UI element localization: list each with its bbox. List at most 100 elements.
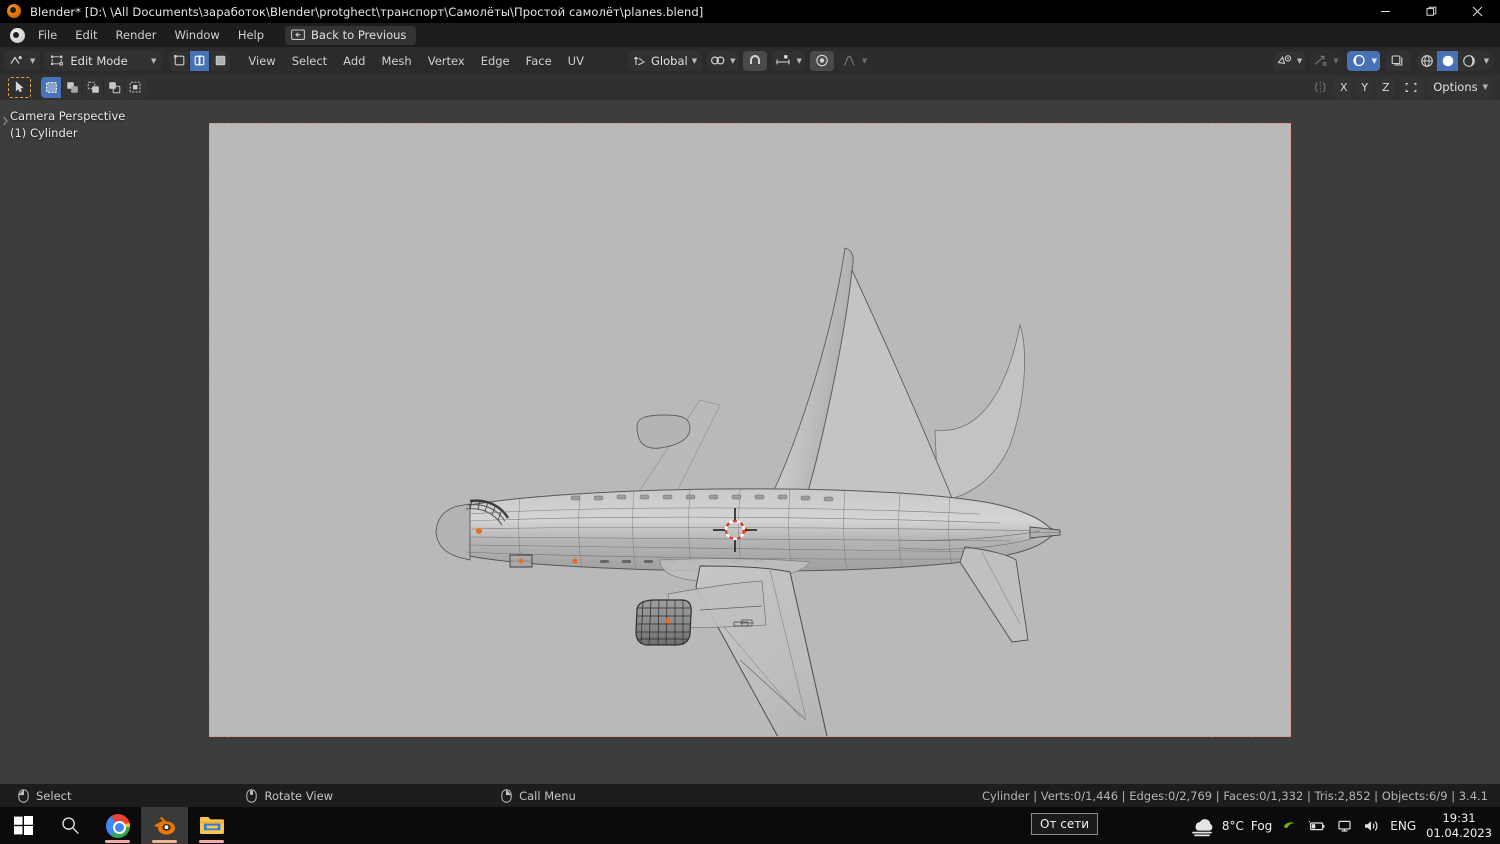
invert-existing-selection[interactable] [104, 76, 125, 98]
select-mode-group [41, 76, 146, 98]
window-title-bar: Blender* [D:\ \All Documents\заработок\B… [0, 0, 1500, 23]
back-to-previous-icon [291, 28, 305, 42]
sidebar-expand-icon[interactable] [0, 114, 9, 128]
wireframe-shading[interactable] [1416, 51, 1437, 71]
taskbar-clock[interactable]: 19:31 01.04.2023 [1426, 811, 1494, 841]
status-hint-select: Select [18, 789, 71, 803]
back-to-previous-label: Back to Previous [311, 28, 407, 42]
proportional-editing-icon[interactable] [809, 50, 834, 71]
status-hint-select-label: Select [36, 788, 72, 803]
snap-magnet-icon[interactable] [743, 50, 768, 71]
tool-options-dropdown[interactable]: Options ▼ [1427, 77, 1494, 97]
clock-time: 19:31 [1442, 810, 1476, 825]
chrome-taskbar-icon[interactable] [94, 807, 141, 844]
mirror-axis-y[interactable]: Y [1355, 77, 1375, 97]
menu-help[interactable]: Help [229, 25, 273, 45]
restore-icon[interactable] [1408, 0, 1454, 23]
battery-tooltip: От сети [1031, 813, 1099, 835]
edge-select-mode[interactable] [190, 50, 211, 71]
language-indicator[interactable]: ENG [1390, 819, 1416, 833]
mirror-axis-x[interactable]: X [1334, 77, 1354, 97]
status-hint-rotate-label: Rotate View [264, 788, 334, 803]
menu-add[interactable]: Add [335, 51, 373, 71]
menu-mesh[interactable]: Mesh [373, 51, 419, 71]
menu-edge[interactable]: Edge [473, 51, 518, 71]
menu-select[interactable]: Select [284, 51, 335, 71]
menu-window[interactable]: Window [165, 25, 228, 45]
airplane-mesh [435, 247, 1062, 736]
windows-start-icon[interactable] [0, 807, 47, 844]
subtract-existing-selection[interactable] [83, 76, 104, 98]
face-select-mode[interactable] [210, 50, 231, 71]
menu-render[interactable]: Render [107, 25, 166, 45]
weather-temperature: 8°C [1221, 818, 1244, 833]
transform-orientation-dropdown[interactable]: Global ▼ [628, 50, 703, 71]
taskbar-app-area [0, 807, 235, 844]
active-object-label: (1) Cylinder [10, 126, 78, 140]
blender-logo-icon [7, 3, 23, 20]
nvidia-icon[interactable] [1282, 819, 1298, 833]
pivot-point-icon[interactable]: ▼ [707, 50, 739, 71]
file-explorer-taskbar-icon[interactable] [188, 807, 235, 844]
toggle-xray-icon[interactable]: ▼ [1346, 50, 1380, 71]
editor-type-icon[interactable]: ▼ [4, 50, 41, 71]
menu-uv[interactable]: UV [560, 51, 592, 71]
3d-viewport[interactable]: Camera Perspective (1) Cylinder [0, 100, 1500, 784]
tool-options-label: Options [1433, 80, 1478, 94]
scene-statistics: Cylinder | Verts:0/1,446 | Edges:0/2,769… [981, 788, 1488, 803]
clock-date: 01.04.2023 [1426, 825, 1492, 840]
fog-weather-icon [1189, 815, 1215, 837]
viewport-display-tools: ▼ ▼ ▼ ▼ [1273, 47, 1494, 74]
close-icon[interactable] [1454, 0, 1500, 23]
tray-icons [1282, 819, 1380, 833]
mirror-axis-z[interactable]: Z [1376, 77, 1396, 97]
status-hint-call-menu: Call Menu [501, 789, 576, 803]
mirror-axis-group: X Y Z [1334, 77, 1396, 97]
menu-edit[interactable]: Edit [66, 25, 106, 45]
blender-taskbar-icon[interactable] [141, 807, 188, 844]
blender-menu-icon[interactable] [5, 24, 29, 46]
status-hint-rotate-view: Rotate View [246, 789, 333, 803]
taskbar-system-tray: 8°C Fog ENG 19:31 01.04.2023 [1189, 807, 1494, 844]
viewport-menus: View Select Add Mesh Vertex Edge Face UV [240, 51, 592, 71]
mesh-select-mode-group [170, 50, 231, 71]
set-new-selection[interactable] [41, 76, 62, 98]
interaction-mode-dropdown[interactable]: Edit Mode ▼ [44, 50, 163, 71]
mirror-icon [1310, 77, 1330, 97]
menu-file[interactable]: File [29, 25, 66, 45]
proportional-falloff-icon[interactable]: ▼ [838, 50, 871, 71]
viewport-shading-group: ▼ [1416, 50, 1494, 71]
tweak-select-tool-icon[interactable] [8, 76, 31, 98]
viewport-info-overlay: Camera Perspective (1) Cylinder [10, 108, 125, 142]
transform-orientation-label: Global [651, 53, 688, 68]
vertex-select-mode[interactable] [170, 50, 191, 71]
weather-widget[interactable]: 8°C Fog [1189, 815, 1272, 837]
window-controls [1362, 0, 1500, 23]
interaction-mode-label: Edit Mode [70, 53, 128, 68]
extend-existing-selection[interactable] [62, 76, 83, 98]
battery-icon[interactable] [1308, 819, 1326, 833]
back-to-previous-button[interactable]: Back to Previous [285, 25, 417, 45]
snap-to-increment-icon[interactable]: ▼ [772, 50, 805, 71]
menu-vertex[interactable]: Vertex [420, 51, 473, 71]
chevron-down-icon: ▼ [1482, 83, 1488, 91]
volume-icon[interactable] [1363, 819, 1380, 833]
intersect-existing-selection[interactable] [125, 76, 146, 98]
transform-orientation-icon [633, 54, 647, 67]
snap-projection-icon[interactable] [1399, 77, 1424, 97]
blender-topbar: File Edit Render Window Help Back to Pre… [0, 23, 1500, 68]
menu-face[interactable]: Face [518, 51, 560, 71]
blender-application-window: Blender* [D:\ \All Documents\заработок\B… [0, 0, 1500, 844]
solid-shading[interactable] [1437, 50, 1458, 71]
mouse-middle-button-icon [246, 788, 258, 803]
network-icon[interactable] [1336, 819, 1353, 833]
show-overlays-icon[interactable]: ▼ [1310, 50, 1342, 71]
menu-view[interactable]: View [240, 51, 283, 71]
show-gizmo-icon[interactable]: ▼ [1273, 50, 1306, 71]
viewport-overlay-popover-icon[interactable] [1385, 50, 1411, 71]
mouse-left-button-icon [18, 788, 29, 803]
rendered-shading[interactable]: ▼ [1479, 51, 1494, 71]
search-icon[interactable] [47, 807, 94, 844]
material-preview-shading[interactable] [1458, 51, 1479, 71]
minimize-icon[interactable] [1362, 0, 1408, 23]
